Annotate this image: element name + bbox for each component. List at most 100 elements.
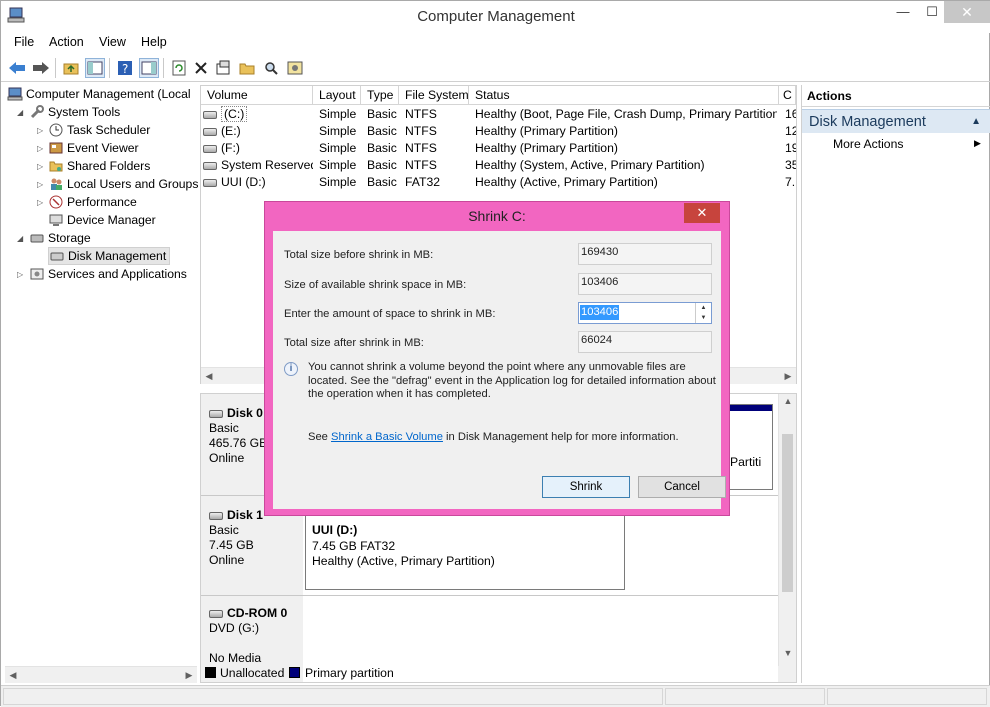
menu-bar: File Action View Help bbox=[1, 33, 990, 53]
tree-label-performance: Performance bbox=[67, 195, 137, 209]
toolbar-separator bbox=[163, 58, 164, 78]
spin-up-icon[interactable]: ▲ bbox=[696, 303, 711, 313]
scroll-up-icon[interactable]: ▲ bbox=[780, 394, 796, 409]
column-header-type[interactable]: Type bbox=[361, 86, 399, 105]
tree-item-performance[interactable]: Performance bbox=[48, 193, 137, 211]
delete-icon[interactable] bbox=[191, 58, 211, 78]
show-hide-console-tree-icon[interactable] bbox=[85, 58, 105, 78]
status-segment bbox=[827, 688, 987, 705]
expand-arrow-icon[interactable]: ▷ bbox=[37, 180, 43, 189]
volume-icon bbox=[203, 144, 217, 153]
table-row[interactable]: UUI (D:) Simple Basic FAT32 Healthy (Act… bbox=[201, 174, 796, 191]
title-bar: Computer Management — ☐ ✕ bbox=[1, 1, 990, 33]
volume-icon bbox=[203, 127, 217, 136]
tree-item-root[interactable]: Computer Management (Local bbox=[7, 85, 191, 103]
clock-icon bbox=[48, 122, 64, 138]
scroll-right-icon[interactable]: ▶ bbox=[181, 668, 197, 683]
back-arrow-icon[interactable] bbox=[7, 58, 27, 78]
svg-text:?: ? bbox=[122, 62, 128, 76]
shrink-basic-volume-link[interactable]: Shrink a Basic Volume bbox=[331, 431, 443, 443]
table-row[interactable]: System Reserved Simple Basic NTFS Health… bbox=[201, 157, 796, 174]
maximize-button[interactable]: ☐ bbox=[917, 1, 947, 23]
toolbar: ? bbox=[1, 54, 990, 82]
menu-view[interactable]: View bbox=[99, 35, 126, 49]
properties-icon[interactable] bbox=[213, 58, 233, 78]
close-button[interactable]: ✕ bbox=[944, 1, 990, 23]
column-header-status[interactable]: Status bbox=[469, 86, 779, 105]
tree-item-device-manager[interactable]: Device Manager bbox=[48, 211, 156, 229]
expand-arrow-icon[interactable]: ▷ bbox=[37, 126, 43, 135]
disk-view-vertical-scrollbar[interactable]: ▲ ▼ bbox=[778, 394, 796, 666]
menu-file[interactable]: File bbox=[14, 35, 34, 49]
collapse-arrow-icon[interactable]: ◢ bbox=[17, 234, 23, 243]
spin-buttons: ▲ ▼ bbox=[695, 303, 711, 323]
dialog-body: Total size before shrink in MB: 169430 S… bbox=[273, 231, 726, 509]
tree-label-disk-management: Disk Management bbox=[68, 249, 167, 263]
refresh-icon[interactable] bbox=[169, 58, 189, 78]
tree-item-shared-folders[interactable]: Shared Folders bbox=[48, 157, 150, 175]
volume-icon bbox=[203, 110, 217, 119]
cancel-button[interactable]: Cancel bbox=[638, 476, 726, 498]
table-row[interactable]: (E:) Simple Basic NTFS Healthy (Primary … bbox=[201, 123, 796, 140]
tree-item-services[interactable]: Services and Applications bbox=[29, 265, 187, 283]
expand-arrow-icon[interactable]: ▷ bbox=[37, 162, 43, 171]
tree-item-local-users[interactable]: Local Users and Groups bbox=[48, 175, 198, 193]
tree-label-task-scheduler: Task Scheduler bbox=[67, 123, 151, 137]
submenu-arrow-icon: ▶ bbox=[974, 138, 981, 148]
shrink-amount-input[interactable]: 103406 ▲ ▼ bbox=[578, 302, 712, 324]
scroll-thumb[interactable] bbox=[782, 434, 793, 592]
actions-section-disk-management[interactable]: Disk Management ▲ bbox=[802, 109, 990, 133]
help-icon[interactable]: ? bbox=[115, 58, 135, 78]
tree-horizontal-scrollbar[interactable]: ◀ ▶ bbox=[5, 666, 197, 683]
disk-settings-icon[interactable] bbox=[285, 58, 305, 78]
tree-label-shared-folders: Shared Folders bbox=[67, 159, 151, 173]
available-space-value: 103406 bbox=[578, 273, 712, 295]
help-text: See Shrink a Basic Volume in Disk Manage… bbox=[308, 431, 679, 443]
scroll-down-icon[interactable]: ▼ bbox=[780, 646, 796, 661]
expand-arrow-icon[interactable]: ▷ bbox=[37, 198, 43, 207]
menu-action[interactable]: Action bbox=[49, 35, 84, 49]
dialog-title: Shrink C: bbox=[468, 208, 526, 224]
shrink-button[interactable]: Shrink bbox=[542, 476, 630, 498]
column-header-capacity[interactable]: C bbox=[779, 86, 796, 105]
collapse-up-icon[interactable]: ▲ bbox=[971, 110, 981, 134]
collapse-arrow-icon[interactable]: ◢ bbox=[17, 108, 23, 117]
shrink-amount-value[interactable]: 103406 bbox=[580, 305, 620, 320]
disk-icon bbox=[209, 511, 223, 520]
up-folder-icon[interactable] bbox=[61, 58, 81, 78]
console-tree: Computer Management (Local ◢ System Tool… bbox=[5, 85, 198, 665]
column-header-volume[interactable]: Volume bbox=[201, 86, 313, 105]
actions-header: Actions bbox=[802, 85, 990, 107]
disk-icon bbox=[209, 409, 223, 418]
tree-item-system-tools[interactable]: System Tools bbox=[29, 103, 120, 121]
menu-help[interactable]: Help bbox=[141, 35, 167, 49]
tree-item-storage[interactable]: Storage bbox=[29, 229, 91, 247]
expand-arrow-icon[interactable]: ▷ bbox=[17, 270, 23, 279]
cd-rom-icon bbox=[209, 609, 223, 618]
scroll-left-icon[interactable]: ◀ bbox=[5, 668, 21, 683]
spin-down-icon[interactable]: ▼ bbox=[696, 313, 711, 323]
open-folder-icon[interactable] bbox=[237, 58, 257, 78]
storage-icon bbox=[29, 230, 45, 246]
search-icon[interactable] bbox=[261, 58, 281, 78]
table-row[interactable]: (F:) Simple Basic NTFS Healthy (Primary … bbox=[201, 140, 796, 157]
disk-legend: Unallocated Primary partition bbox=[200, 665, 797, 683]
tree-item-disk-management[interactable]: Disk Management bbox=[48, 247, 171, 265]
table-row[interactable]: (C:) Simple Basic NTFS Healthy (Boot, Pa… bbox=[201, 106, 796, 123]
partition-uui-d[interactable]: UUI (D:) 7.45 GB FAT32 Healthy (Active, … bbox=[305, 508, 625, 590]
services-icon bbox=[29, 266, 45, 282]
more-actions-item[interactable]: More Actions bbox=[833, 137, 903, 151]
tree-label-system-tools: System Tools bbox=[48, 105, 121, 119]
column-header-layout[interactable]: Layout bbox=[313, 86, 361, 105]
scroll-right-icon[interactable]: ▶ bbox=[780, 369, 796, 384]
scroll-left-icon[interactable]: ◀ bbox=[201, 369, 217, 384]
tree-item-task-scheduler[interactable]: Task Scheduler bbox=[48, 121, 150, 139]
expand-arrow-icon[interactable]: ▷ bbox=[37, 144, 43, 153]
forward-arrow-icon[interactable] bbox=[31, 58, 51, 78]
minimize-button[interactable]: — bbox=[888, 1, 918, 23]
column-header-file-system[interactable]: File System bbox=[399, 86, 469, 105]
show-hide-action-pane-icon[interactable] bbox=[139, 58, 159, 78]
tree-item-event-viewer[interactable]: Event Viewer bbox=[48, 139, 139, 157]
dialog-close-button[interactable]: ✕ bbox=[684, 203, 720, 223]
tree-label-event-viewer: Event Viewer bbox=[67, 141, 139, 155]
